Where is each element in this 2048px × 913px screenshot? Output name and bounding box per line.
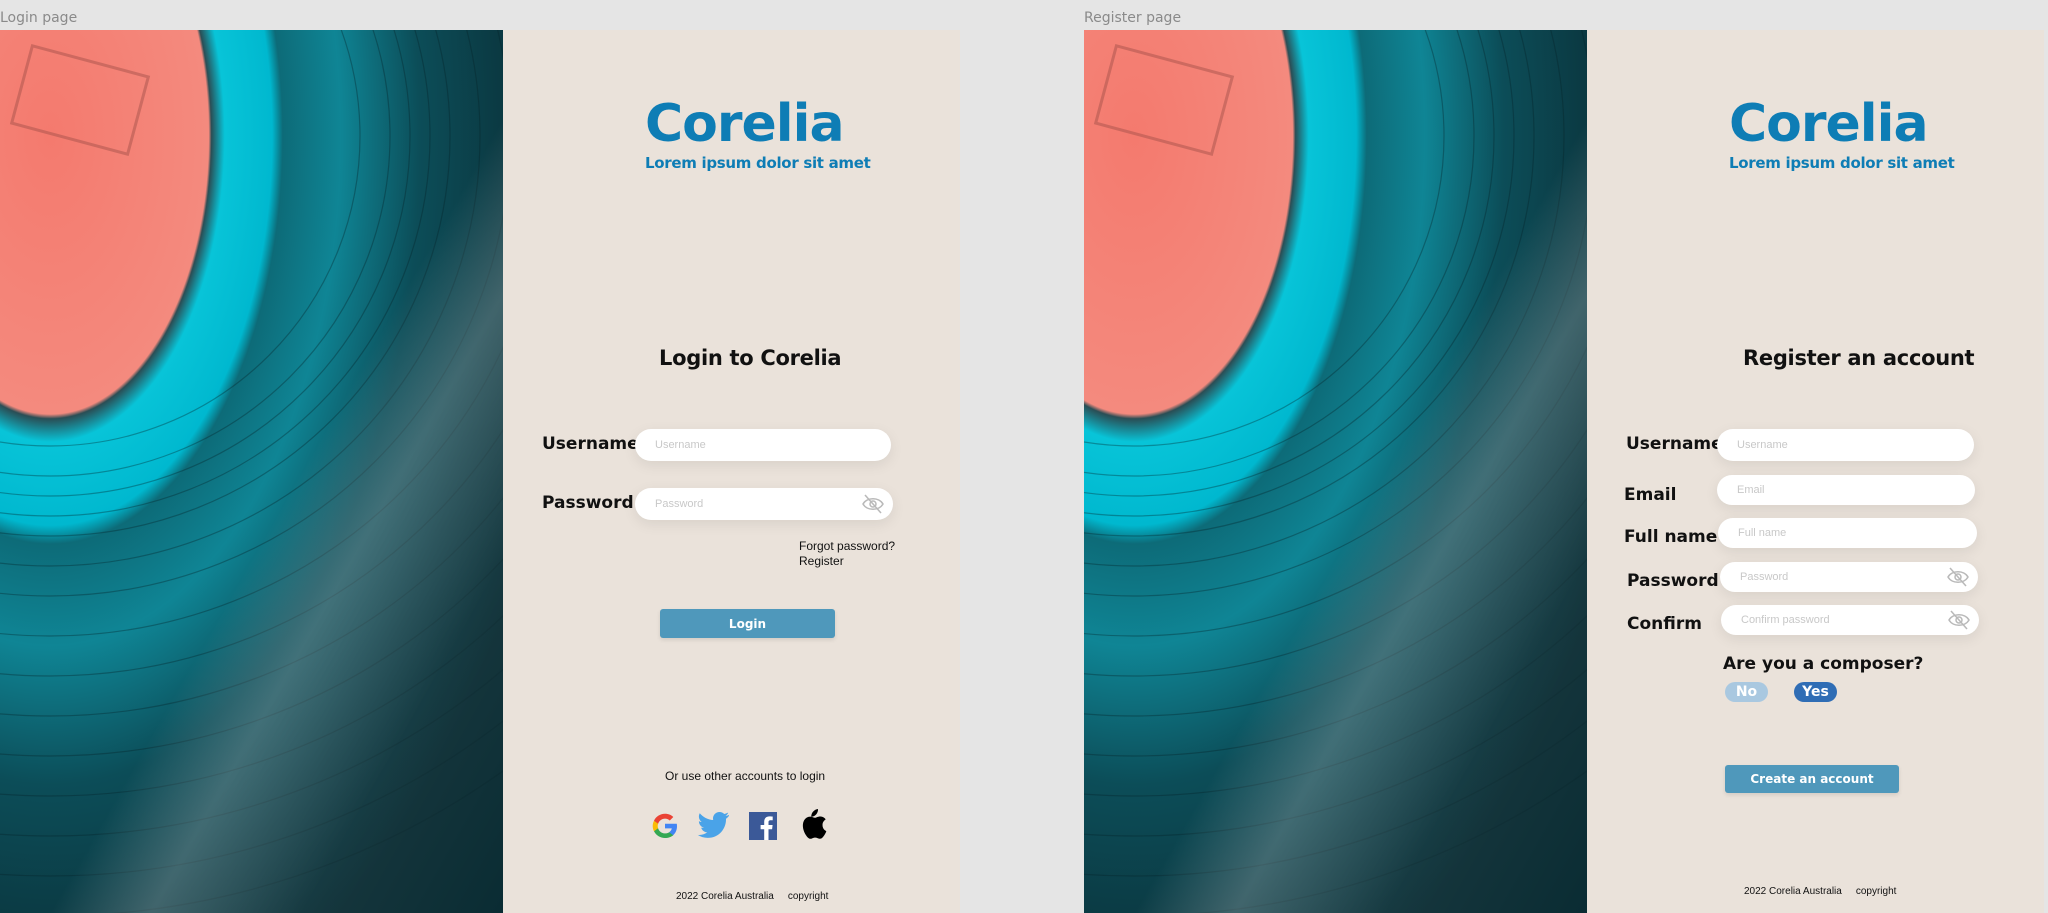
brand-name: Corelia [1729, 94, 1929, 154]
confirm-password-field[interactable] [1721, 605, 1979, 635]
brand-logo: Corelia Lorem ipsum dolor sit amet [645, 98, 871, 172]
facebook-icon[interactable] [746, 809, 780, 843]
login-heading: Login to Corelia [659, 346, 842, 370]
brand-logo: Corelia Lorem ipsum dolor sit amet [1729, 98, 1955, 172]
frame-label-register: Register page [1084, 10, 1182, 26]
composer-question: Are you a composer? [1723, 654, 1924, 674]
fullname-label: Full name [1624, 527, 1718, 547]
login-button[interactable]: Login [660, 609, 835, 638]
confirm-label: Confirm [1627, 614, 1702, 634]
username-input[interactable] [1717, 429, 1943, 461]
username-label: Username [542, 434, 639, 454]
register-link[interactable]: Register [799, 554, 844, 568]
username-input[interactable] [635, 429, 860, 461]
register-heading: Register an account [1743, 346, 1975, 370]
create-account-button[interactable]: Create an account [1725, 765, 1899, 793]
username-label: Username [1626, 434, 1723, 454]
password-input[interactable] [1720, 562, 1947, 592]
footer-year: 2022 Corelia Australia [1744, 886, 1842, 897]
fullname-field[interactable] [1718, 518, 1977, 548]
brand-tagline: Lorem ipsum dolor sit amet [645, 154, 871, 172]
twitter-icon[interactable] [697, 809, 731, 843]
password-label: Password [1627, 571, 1719, 591]
register-page: Corelia Lorem ipsum dolor sit amet Regis… [1084, 30, 2044, 913]
eye-slash-icon[interactable] [1947, 609, 1971, 631]
vinyl-record-image [0, 30, 503, 913]
login-panel: Corelia Lorem ipsum dolor sit amet Login… [503, 30, 960, 913]
fullname-input[interactable] [1718, 518, 1946, 548]
brand-tagline: Lorem ipsum dolor sit amet [1729, 154, 1955, 172]
password-input[interactable] [635, 488, 862, 520]
email-field[interactable] [1717, 475, 1975, 505]
footer-copyright: copyright [787, 891, 829, 902]
email-label: Email [1624, 485, 1677, 505]
composer-no-option[interactable]: No [1725, 682, 1768, 702]
password-field[interactable] [635, 488, 893, 520]
brand-name: Corelia [645, 94, 845, 154]
footer-year: 2022 Corelia Australia [676, 891, 774, 902]
login-page: Corelia Lorem ipsum dolor sit amet Login… [0, 30, 960, 913]
eye-slash-icon[interactable] [861, 493, 885, 515]
eye-slash-icon[interactable] [1946, 566, 1970, 588]
vinyl-record-image [1084, 30, 1587, 913]
composer-yes-option[interactable]: Yes [1794, 682, 1837, 702]
alt-login-text: Or use other accounts to login [665, 769, 826, 783]
frame-label-login: Login page [0, 10, 78, 26]
login-footer: 2022 Corelia Australia copyright [676, 891, 828, 902]
register-footer: 2022 Corelia Australia copyright [1744, 886, 1896, 897]
google-icon[interactable] [648, 809, 682, 843]
password-label: Password [542, 493, 634, 513]
footer-copyright: copyright [1855, 886, 1897, 897]
email-input[interactable] [1717, 475, 1944, 505]
register-panel: Corelia Lorem ipsum dolor sit amet Regis… [1587, 30, 2044, 913]
username-field[interactable] [1717, 429, 1974, 461]
username-field[interactable] [635, 429, 891, 461]
password-field[interactable] [1720, 562, 1978, 592]
confirm-password-input[interactable] [1721, 605, 1948, 635]
forgot-password-link[interactable]: Forgot password? [799, 539, 895, 553]
apple-icon[interactable] [796, 807, 830, 841]
